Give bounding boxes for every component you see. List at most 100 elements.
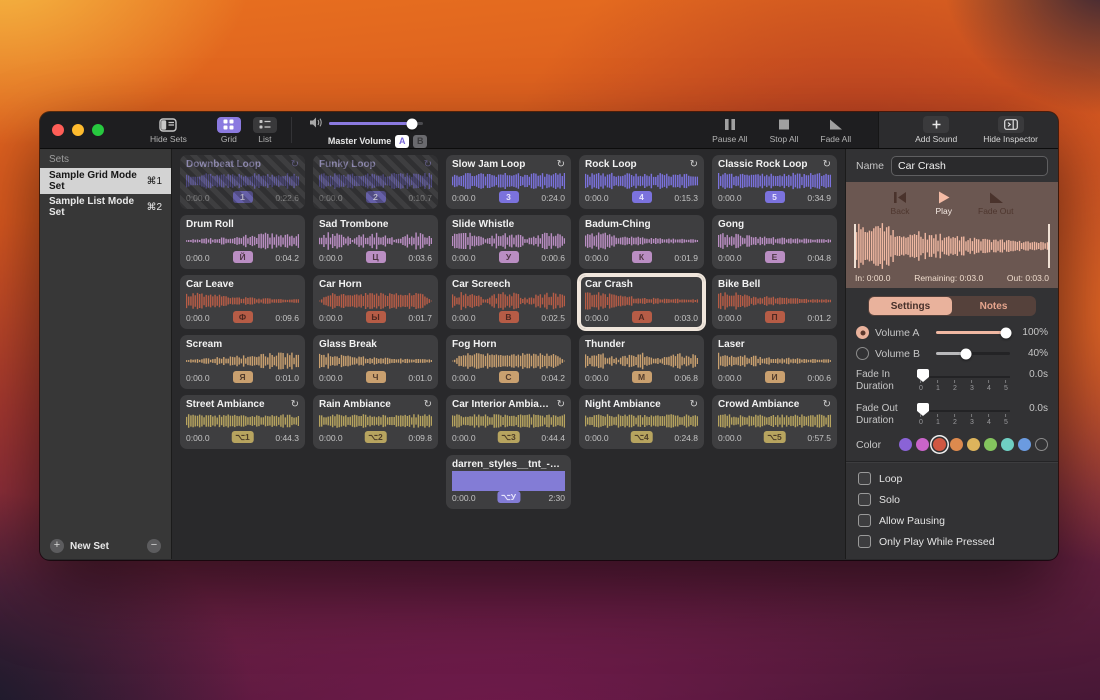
remove-set-button[interactable]: − [147, 539, 161, 553]
tab-settings[interactable]: Settings [869, 297, 952, 315]
add-sound-button[interactable]: Add Sound [909, 114, 963, 146]
color-swatch[interactable] [1018, 438, 1031, 451]
sound-tile[interactable]: Car Horn0:00.0Ы0:01.7 [313, 275, 438, 329]
master-volume-knob[interactable] [406, 118, 417, 129]
plus-icon [923, 116, 949, 133]
sound-name: Gong [718, 219, 744, 230]
color-swatch-none[interactable] [1035, 438, 1048, 451]
set-name: Sample Grid Mode Set [49, 170, 146, 192]
sound-tile[interactable]: Drum Roll0:00.0Й0:04.2 [180, 215, 305, 269]
checkbox-box[interactable] [858, 535, 871, 548]
sets-sidebar: Sets Sample Grid Mode Set⌘1Sample List M… [40, 149, 172, 559]
stop-all-button[interactable]: Stop All [764, 114, 805, 146]
out-marker[interactable] [1048, 224, 1050, 268]
fade-out-button[interactable]: Fade Out [978, 190, 1013, 216]
color-swatch[interactable] [933, 438, 946, 451]
tab-notes[interactable]: Notes [952, 297, 1035, 315]
sound-tile[interactable]: Night Ambiance↻0:00.0⌥40:24.8 [579, 395, 704, 449]
hide-sets-button[interactable]: Hide Sets [144, 114, 193, 146]
volume-b-slider[interactable] [936, 352, 1010, 355]
sound-tile[interactable]: Rain Ambiance↻0:00.0⌥20:09.8 [313, 395, 438, 449]
sound-name-input[interactable]: Car Crash [891, 156, 1048, 176]
zoom-window-button[interactable] [92, 124, 104, 136]
fade-in-slider[interactable]: 012345 [917, 367, 1010, 397]
checkbox-box[interactable] [858, 472, 871, 485]
sound-tile[interactable]: Car Interior Ambiance↻0:00.0⌥30:44.4 [446, 395, 571, 449]
sound-tile[interactable]: Slide Whistle0:00.0У0:00.6 [446, 215, 571, 269]
sound-tile[interactable]: Car Crash0:00.0А0:03.0 [579, 275, 704, 329]
tick-mark: 4 [987, 380, 991, 392]
channel-b-button[interactable]: B [413, 135, 427, 148]
checkbox-loop[interactable]: Loop [846, 468, 1058, 489]
sound-tile[interactable]: Crowd Ambiance↻0:00.0⌥50:57.5 [712, 395, 837, 449]
volume-b-radio[interactable] [856, 347, 869, 360]
key-badge: Ч [366, 371, 386, 383]
fade-all-button[interactable]: Fade All [814, 114, 857, 146]
color-swatch[interactable] [1001, 438, 1014, 451]
sidebar-set-item[interactable]: Sample Grid Mode Set⌘1 [40, 168, 171, 194]
sound-tile[interactable]: darren_styles__tnt_-_…0:00.0⌥У2:30 [446, 455, 571, 509]
loop-icon: ↻ [690, 160, 698, 170]
sidebar-set-item[interactable]: Sample List Mode Set⌘2 [40, 194, 171, 220]
sound-tile[interactable]: Fog Horn0:00.0С0:04.2 [446, 335, 571, 389]
sound-tile[interactable]: Funky Loop↻0:00.020:10.7 [313, 155, 438, 209]
sound-tile[interactable]: Sad Trombone0:00.0Ц0:03.6 [313, 215, 438, 269]
sound-name: Scream [186, 339, 222, 350]
duration: 0:04.8 [807, 253, 831, 263]
volume-a-radio[interactable] [856, 326, 869, 339]
sound-tile[interactable]: Downbeat Loop↻0:00.010:22.6 [180, 155, 305, 209]
new-set-button[interactable]: + New Set [50, 539, 147, 553]
key-badge: 1 [233, 191, 253, 203]
sound-tile[interactable]: Glass Break0:00.0Ч0:01.0 [313, 335, 438, 389]
checkbox-solo[interactable]: Solo [846, 489, 1058, 510]
sound-name: Rain Ambiance [319, 399, 391, 410]
pause-all-button[interactable]: Pause All [706, 114, 753, 146]
color-swatch[interactable] [984, 438, 997, 451]
sound-tile[interactable]: Thunder0:00.0М0:06.8 [579, 335, 704, 389]
hide-inspector-button[interactable]: Hide Inspector [977, 114, 1044, 146]
inspector-waveform[interactable] [854, 222, 1050, 270]
color-swatch[interactable] [899, 438, 912, 451]
checkbox-box[interactable] [858, 514, 871, 527]
checkbox-only-play-while-pressed[interactable]: Only Play While Pressed [846, 531, 1058, 552]
sound-tile[interactable]: Bike Bell0:00.0П0:01.2 [712, 275, 837, 329]
color-swatch[interactable] [916, 438, 929, 451]
sound-tile[interactable]: Laser0:00.0И0:00.6 [712, 335, 837, 389]
key-badge: ⌥1 [231, 431, 254, 443]
duration: 0:10.7 [408, 193, 432, 203]
sound-tile[interactable]: Car Leave0:00.0Ф0:09.6 [180, 275, 305, 329]
sidebar-left-icon [159, 116, 177, 133]
volume-a-slider[interactable] [936, 331, 1010, 334]
loop-icon: ↻ [557, 160, 565, 170]
in-marker[interactable] [854, 224, 856, 268]
list-view-button[interactable]: List [247, 114, 283, 146]
sound-tile[interactable]: Rock Loop↻0:00.040:15.3 [579, 155, 704, 209]
fade-out-slider[interactable]: 012345 [917, 401, 1010, 431]
color-swatch[interactable] [950, 438, 963, 451]
sound-tile[interactable]: Classic Rock Loop↻0:00.050:34.9 [712, 155, 837, 209]
channel-a-button[interactable]: A [395, 135, 409, 148]
duration: 2:30 [548, 493, 565, 503]
sound-tile[interactable]: Street Ambiance↻0:00.0⌥10:44.3 [180, 395, 305, 449]
sound-tile[interactable]: Scream0:00.0Я0:01.0 [180, 335, 305, 389]
minimize-window-button[interactable] [72, 124, 84, 136]
checkbox-allow-pausing[interactable]: Allow Pausing [846, 510, 1058, 531]
grid-view-button[interactable]: Grid [211, 114, 247, 146]
sound-name: Crowd Ambiance [718, 399, 799, 410]
volume-b-knob[interactable] [960, 348, 971, 359]
sound-tile[interactable]: Badum-Ching0:00.0К0:01.9 [579, 215, 704, 269]
volume-a-knob[interactable] [1001, 327, 1012, 338]
tick-mark: 0 [919, 380, 923, 392]
sound-tile[interactable]: Slow Jam Loop↻0:00.030:24.0 [446, 155, 571, 209]
sound-name: Fog Horn [452, 339, 496, 350]
start-time: 0:00.0 [319, 373, 343, 383]
master-volume-slider[interactable] [329, 122, 423, 125]
set-shortcut: ⌘2 [146, 202, 162, 213]
back-button[interactable]: Back [891, 190, 910, 216]
sound-tile[interactable]: Car Screech0:00.0В0:02.5 [446, 275, 571, 329]
play-button[interactable]: Play [935, 190, 952, 216]
close-window-button[interactable] [52, 124, 64, 136]
sound-tile[interactable]: Gong0:00.0Е0:04.8 [712, 215, 837, 269]
checkbox-box[interactable] [858, 493, 871, 506]
color-swatch[interactable] [967, 438, 980, 451]
